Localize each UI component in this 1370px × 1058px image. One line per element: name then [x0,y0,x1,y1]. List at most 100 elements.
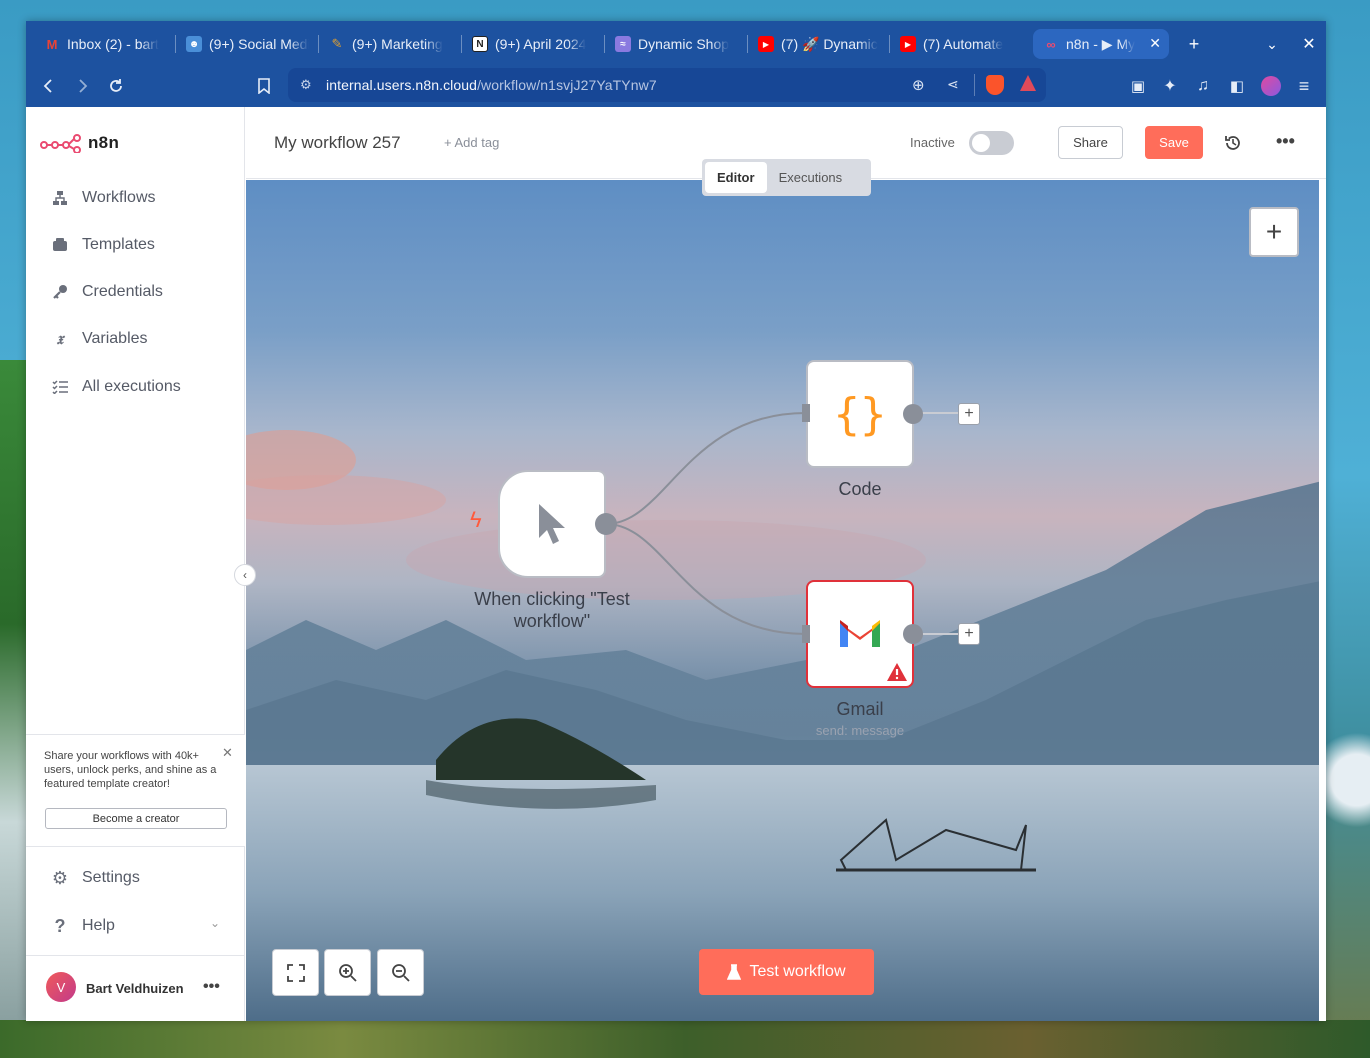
active-toggle[interactable] [969,131,1014,155]
code-add-next-button[interactable]: + [958,403,980,425]
tab-bar: M Inbox (2) - bart ☻ (9+) Social Media ✎… [26,21,1326,65]
reload-icon[interactable] [103,73,129,99]
list-icon [50,377,70,397]
tab-list-chevron-icon[interactable]: ⌄ [1259,31,1285,57]
gmail-icon: M [46,36,58,52]
puzzle-icon[interactable]: ✦ [1157,73,1183,99]
nav-bar: ⚙ internal.users.n8n.cloud/workflow/n1sv… [26,65,1326,107]
sidebar: n8n Workflows Templates Credentials 𝔵 Va… [26,107,245,1021]
canvas-edge [1319,180,1326,1021]
gmail-icon [840,620,880,647]
collapse-sidebar-button[interactable]: ‹ [234,564,256,586]
address-bar[interactable]: ⚙ internal.users.n8n.cloud/workflow/n1sv… [288,68,1046,102]
close-window-icon[interactable]: ✕ [1296,31,1322,57]
user-menu-icon[interactable]: ••• [203,978,220,996]
chevron-down-icon: ⌄ [209,916,220,930]
add-node-button[interactable]: + [1249,207,1299,257]
desktop-wallpaper-left [0,360,26,1020]
sidebar-item-help[interactable]: ? Help ⌄ [50,914,221,938]
gmail-add-next-button[interactable]: + [958,623,980,645]
gmail-input-handle[interactable] [802,625,810,643]
profile-icon[interactable] [1258,73,1284,99]
code-braces-icon: {} [833,388,887,440]
save-button[interactable]: Save [1145,126,1203,159]
zoom-out-button[interactable] [377,949,424,996]
tab-april[interactable]: N (9+) April 2024 [462,29,605,59]
n8n-logo[interactable]: n8n [40,133,119,153]
test-workflow-button[interactable]: Test workflow [699,949,874,995]
sidebar-item-templates[interactable]: Templates [50,233,155,257]
user-name: Bart Veldhuizen [86,981,184,996]
tab-n8n[interactable]: ∞ n8n - ▶ My ✕ [1033,29,1169,59]
user-bar: V Bart Veldhuizen ••• [26,955,245,1021]
workflow-canvas[interactable]: + ϟ When clicking "Test workflow" {} + C… [246,180,1326,1021]
sidebar-item-credentials[interactable]: Credentials [50,280,163,304]
trigger-node-label: When clicking "Test workflow" [474,589,630,631]
sidebar-toggle-icon[interactable]: ◧ [1224,73,1250,99]
tab-inbox[interactable]: M Inbox (2) - bart [34,29,176,59]
sidebar-item-workflows[interactable]: Workflows [50,186,156,210]
new-tab-button[interactable]: + [1181,31,1207,57]
node-code[interactable]: {} [806,360,914,468]
node-manual-trigger[interactable] [498,470,606,578]
gear-icon: ⚙ [51,867,69,888]
templates-icon [50,235,70,255]
forward-icon[interactable] [69,73,95,99]
trigger-output-handle[interactable] [595,513,617,535]
tab-editor[interactable]: Editor [705,162,767,193]
menu-icon[interactable]: ≡ [1291,73,1317,99]
help-icon: ? [54,915,66,936]
sidebar-item-variables[interactable]: 𝔵 Variables [50,327,148,351]
share-button[interactable]: Share [1058,126,1123,159]
node-gmail[interactable] [806,580,914,688]
lightning-icon: ϟ [470,507,482,532]
workflows-icon [50,188,70,208]
more-options-icon[interactable]: ••• [1276,131,1295,152]
tab-youtube-dynamic[interactable]: ▶ (7) 🚀 Dynamic [748,29,890,59]
connection-trigger-code [605,412,807,525]
warning-icon[interactable] [886,662,908,682]
broom-icon: ✎ [331,36,343,51]
extension-icon[interactable]: ▣ [1125,73,1151,99]
tab-dynamic-shop[interactable]: ≈ Dynamic Shop [605,29,748,59]
sidebar-item-settings[interactable]: ⚙ Settings [50,866,140,890]
app-icon: ≈ [615,36,631,52]
brave-shield-icon[interactable] [986,75,1004,95]
workflow-title[interactable]: My workflow 257 [274,133,401,153]
creator-promo: Share your workflows with 40k+ users, un… [26,734,245,847]
music-icon[interactable]: ♫ [1190,73,1216,99]
tab-social-media[interactable]: ☻ (9+) Social Media [176,29,319,59]
fit-view-icon [286,963,305,982]
tab-marketing[interactable]: ✎ (9+) Marketing [319,29,462,59]
cursor-icon [539,504,565,544]
code-output-handle[interactable] [903,404,923,424]
become-creator-button[interactable]: Become a creator [45,808,227,829]
close-icon[interactable]: ✕ [222,745,233,761]
n8n-app: n8n Workflows Templates Credentials 𝔵 Va… [26,107,1326,1021]
variable-icon: 𝔵 [56,329,64,349]
bookmark-icon[interactable] [251,73,277,99]
close-tab-icon[interactable]: ✕ [1149,35,1161,52]
zoom-icon[interactable]: ⊕ [912,76,925,94]
sidebar-item-all-executions[interactable]: All executions [50,375,181,399]
url-divider [974,74,975,96]
brave-rewards-icon[interactable] [1020,75,1036,91]
gmail-output-handle[interactable] [903,624,923,644]
zoom-out-icon [391,963,410,982]
view-switcher: Editor Executions [702,159,871,196]
code-input-handle[interactable] [802,404,810,422]
zoom-in-button[interactable] [324,949,371,996]
site-settings-icon[interactable]: ⚙ [300,77,312,93]
tab-youtube-automate[interactable]: ▶ (7) Automate [890,29,1033,59]
desktop-wallpaper-ground [0,1020,1370,1058]
add-tag-button[interactable]: + Add tag [444,135,499,150]
url-text[interactable]: internal.users.n8n.cloud/workflow/n1svjJ… [326,77,657,93]
avatar[interactable]: V [46,972,76,1002]
share-page-icon[interactable]: ⋖ [947,76,959,93]
tab-executions[interactable]: Executions [767,162,855,193]
fit-view-button[interactable] [272,949,319,996]
canvas-background [246,412,1326,1021]
n8n-logo-icon [40,134,81,153]
history-icon[interactable] [1221,131,1245,155]
back-icon[interactable] [36,73,62,99]
